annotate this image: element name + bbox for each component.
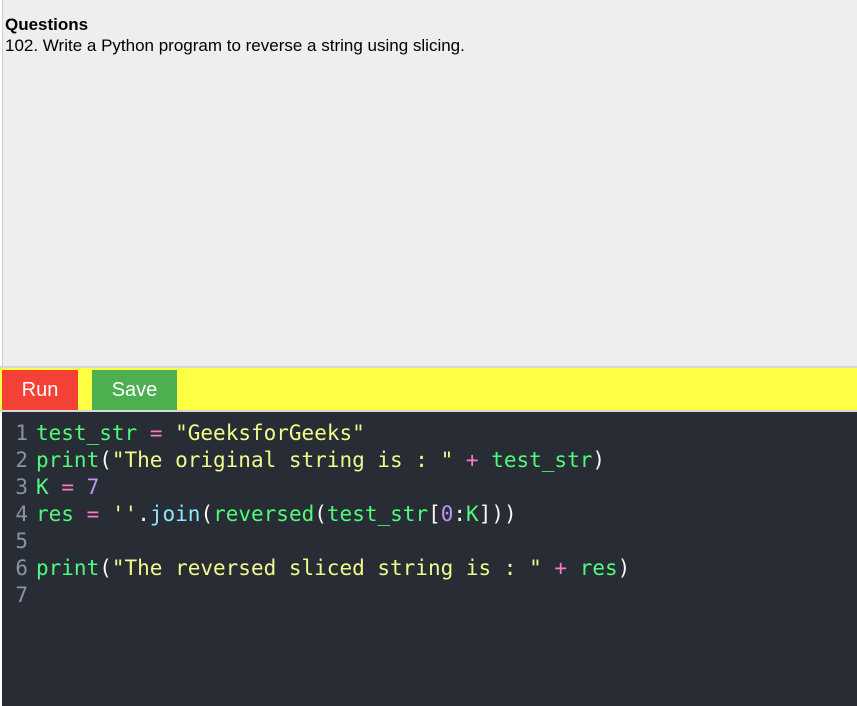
code-token: K bbox=[466, 502, 479, 526]
code-line[interactable]: 3K = 7 bbox=[2, 474, 99, 501]
code-token: "The original string is : " bbox=[111, 448, 454, 472]
line-number: 3 bbox=[15, 475, 28, 499]
run-button[interactable]: Run bbox=[2, 370, 78, 410]
questions-heading: Questions bbox=[5, 15, 89, 34]
code-token: ( bbox=[99, 556, 112, 580]
code-token: ( bbox=[314, 502, 327, 526]
line-number: 4 bbox=[15, 502, 28, 526]
line-number: 6 bbox=[15, 556, 28, 580]
code-line[interactable]: 6 print("The reversed sliced string is : … bbox=[2, 555, 630, 582]
code-token: + bbox=[465, 448, 479, 472]
code-token: reversed bbox=[213, 502, 315, 526]
code-token: test_str bbox=[36, 421, 138, 445]
code-editor[interactable]: 1 test_str = "GeeksforGeeks" 2 print("The o… bbox=[2, 412, 857, 706]
code-token: "The reversed sliced string is : " bbox=[111, 556, 542, 580]
code-token: + bbox=[554, 556, 568, 580]
code-token: test_str bbox=[326, 502, 429, 526]
code-token: test_str bbox=[491, 448, 593, 472]
editor-toolbar: Run Save bbox=[0, 366, 857, 412]
code-token: K bbox=[36, 475, 49, 499]
question-panel: Questions 102. Write a Python program to… bbox=[2, 0, 857, 366]
code-token: ) bbox=[617, 556, 631, 580]
code-token: : bbox=[453, 502, 467, 526]
line-number: 2 bbox=[15, 448, 28, 472]
code-token: res bbox=[36, 502, 74, 526]
code-token: ) bbox=[592, 448, 606, 472]
question-text: 102. Write a Python program to reverse a… bbox=[5, 36, 465, 55]
code-token: 0 bbox=[440, 502, 454, 526]
code-token: join bbox=[149, 502, 201, 526]
code-line[interactable]: 7 bbox=[2, 582, 36, 609]
code-token: ])) bbox=[478, 502, 517, 526]
line-number: 7 bbox=[15, 583, 28, 607]
code-token: 7 bbox=[86, 475, 100, 499]
code-token: print bbox=[36, 556, 100, 580]
code-token: = bbox=[149, 421, 163, 445]
save-button[interactable]: Save bbox=[92, 370, 177, 410]
code-line[interactable]: 4 res = ''.join(reversed(test_str[0:K])) bbox=[2, 501, 517, 528]
code-line[interactable]: 2 print("The original string is : " + tes… bbox=[2, 447, 605, 474]
line-number: 5 bbox=[15, 529, 28, 553]
code-line[interactable]: 1 test_str = "GeeksforGeeks" bbox=[2, 420, 365, 447]
code-token: '' bbox=[111, 502, 138, 526]
code-token: ( bbox=[200, 502, 214, 526]
code-line[interactable]: 5 bbox=[2, 528, 36, 555]
code-token: . bbox=[137, 502, 150, 526]
code-token: = bbox=[61, 475, 74, 499]
code-token: [ bbox=[428, 502, 441, 526]
code-token: res bbox=[579, 556, 618, 580]
code-token: ( bbox=[99, 448, 112, 472]
code-token: "GeeksforGeeks" bbox=[175, 421, 365, 445]
code-token: = bbox=[86, 502, 100, 526]
line-number: 1 bbox=[15, 421, 28, 445]
code-token: print bbox=[36, 448, 100, 472]
